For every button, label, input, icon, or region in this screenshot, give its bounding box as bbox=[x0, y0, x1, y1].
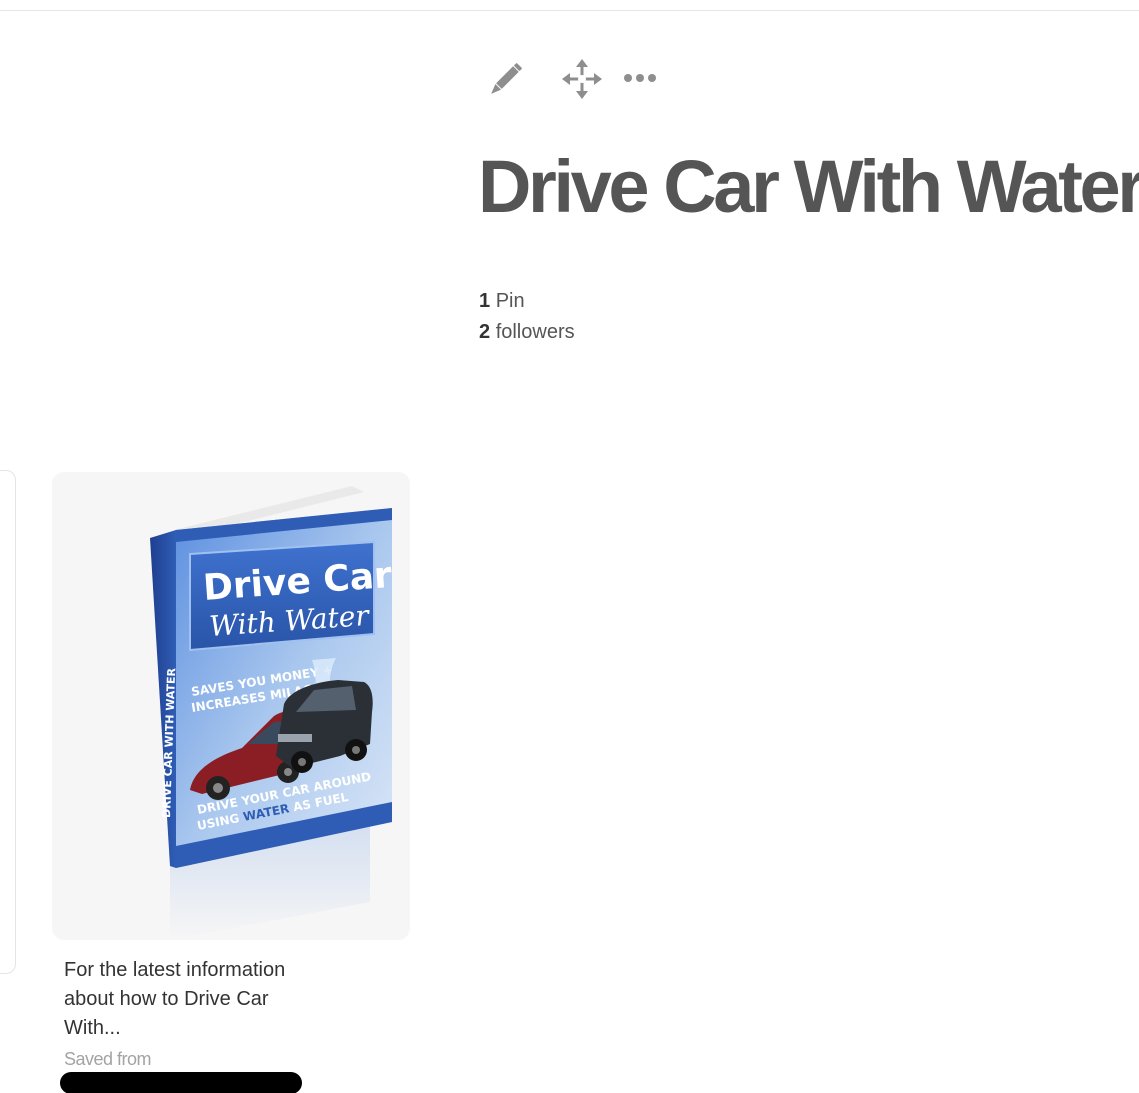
board-stats: 1 Pin 2 followers bbox=[479, 286, 575, 348]
pins-count-link[interactable]: 1 Pin bbox=[479, 286, 575, 317]
board-actions bbox=[486, 56, 660, 102]
pin-image[interactable]: Drive Car With Water SAVES YOU MONEY + I… bbox=[52, 472, 410, 940]
followers-count: 2 bbox=[479, 321, 491, 343]
followers-label: followers bbox=[495, 321, 575, 343]
book-cover-image: Drive Car With Water SAVES YOU MONEY + I… bbox=[150, 486, 393, 940]
pin-card[interactable]: Drive Car With Water SAVES YOU MONEY + I… bbox=[52, 472, 410, 1093]
pin-source-link-redacted[interactable] bbox=[60, 1072, 302, 1093]
followers-count-link[interactable]: 2 followers bbox=[479, 317, 575, 348]
pencil-icon[interactable] bbox=[486, 56, 526, 102]
saved-from-label: Saved from bbox=[64, 1049, 152, 1069]
pins-count: 1 bbox=[479, 290, 491, 312]
previous-card-edge[interactable] bbox=[0, 470, 16, 974]
header-divider bbox=[0, 10, 1139, 11]
pins-label: Pin bbox=[495, 290, 525, 312]
board-page: Drive Car With Water 1 Pin 2 followers D… bbox=[0, 0, 1139, 1093]
more-dots-icon[interactable] bbox=[620, 56, 660, 102]
board-title: Drive Car With Water bbox=[478, 145, 1139, 228]
pin-description: For the latest information about how to … bbox=[64, 959, 286, 1039]
move-arrows-icon[interactable] bbox=[560, 56, 604, 102]
